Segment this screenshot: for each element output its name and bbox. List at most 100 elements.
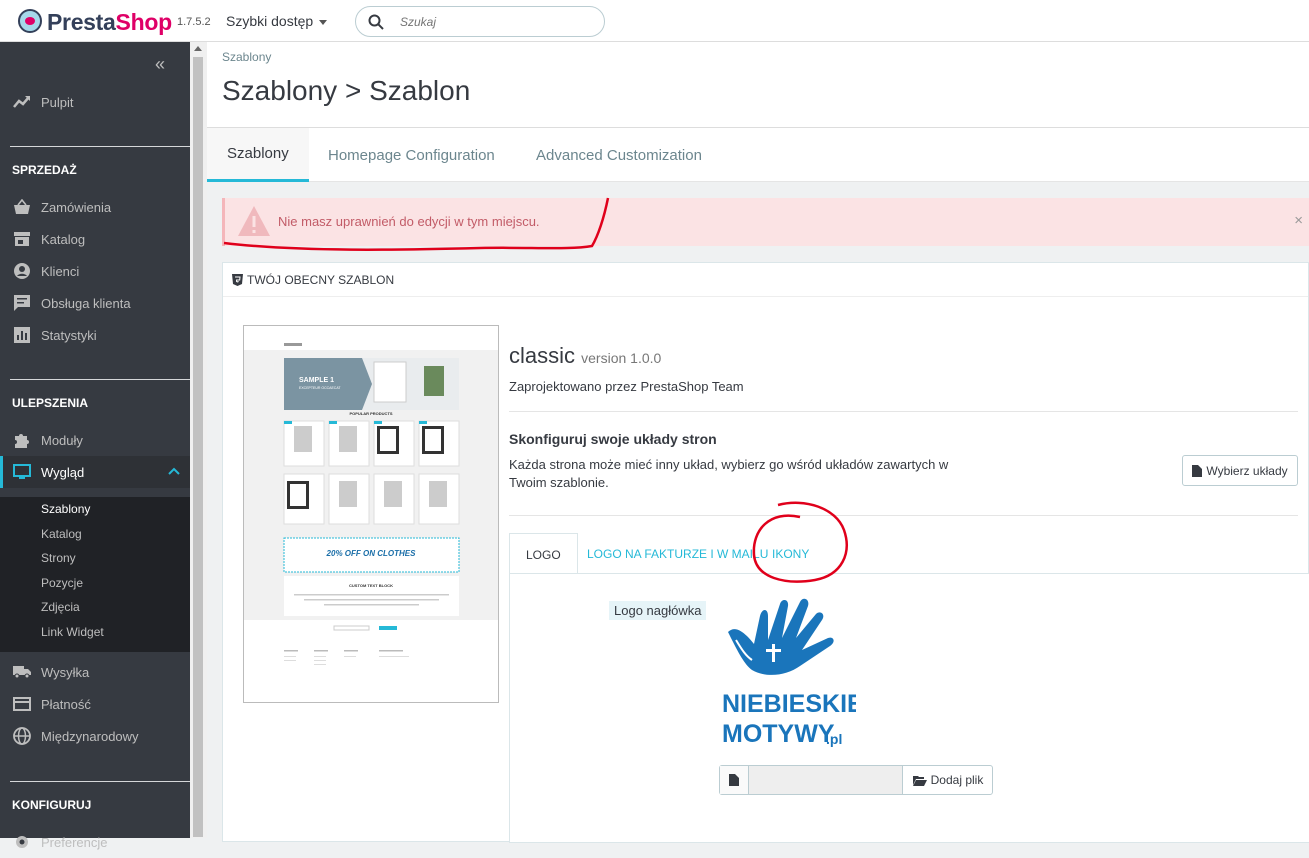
collapse-sidebar-icon[interactable]: « [155, 54, 165, 75]
sidebar-item-modules[interactable]: Moduły [0, 424, 190, 456]
sidebar-item-appearance[interactable]: Wygląd [0, 456, 190, 488]
divider [10, 379, 190, 380]
breadcrumb[interactable]: Szablony [222, 50, 271, 64]
tab-logo[interactable]: LOGO [509, 533, 578, 575]
tabs-bar: Szablony Homepage Configuration Advanced… [207, 127, 1309, 182]
sidebar-scrollbar[interactable] [190, 42, 207, 838]
store-icon [13, 230, 31, 248]
caret-down-icon [319, 19, 328, 25]
sidebar-item-customers[interactable]: Klienci [0, 255, 190, 287]
tab-invoice-logo[interactable]: LOGO NA FAKTURZE I W MAILU [587, 533, 768, 574]
sidebar-item-orders[interactable]: Zamówienia [0, 191, 190, 223]
file-icon [720, 766, 749, 794]
top-bar: PrestaShop 1.7.5.2 Szybki dostęp [0, 0, 1309, 42]
html5-icon [232, 273, 243, 286]
submenu-item-images[interactable]: Zdjęcia [0, 595, 190, 620]
choose-layouts-button[interactable]: Wybierz układy [1182, 455, 1298, 486]
chat-icon [13, 294, 31, 312]
truck-icon [13, 663, 31, 681]
theme-preview-image: SAMPLE 1 EXCEPTEUR OCCAECAT POPULAR PROD… [243, 325, 499, 703]
divider [10, 146, 190, 147]
sidebar-item-label: Klienci [41, 263, 80, 279]
credit-card-icon [13, 695, 31, 713]
choose-layouts-label: Wybierz układy [1206, 463, 1288, 478]
globe-icon [13, 727, 31, 745]
trend-icon [13, 93, 31, 111]
submenu-item-catalog[interactable]: Katalog [0, 522, 190, 547]
logo-tabs: LOGO LOGO NA FAKTURZE I W MAILU IKONY [509, 533, 1309, 575]
page-header: Szablony Szablony > Szablon [207, 42, 1309, 129]
configure-layouts-title: Skonfiguruj swoje układy stron [509, 431, 717, 447]
warning-icon [238, 206, 270, 236]
add-file-button[interactable]: Dodaj plik [902, 766, 993, 794]
sidebar-item-catalog[interactable]: Katalog [0, 223, 190, 255]
brand-accent: Shop [115, 9, 173, 35]
divider [509, 411, 1298, 412]
logo-text-line1: NIEBIESKIE [722, 690, 856, 718]
theme-author: Zaprojektowano przez PrestaShop Team [509, 379, 744, 394]
sidebar-item-customer-service[interactable]: Obsługa klienta [0, 287, 190, 319]
bar-chart-icon [13, 326, 31, 344]
section-title-sales: SPRZEDAŻ [12, 163, 77, 177]
scrollbar-thumb[interactable] [193, 57, 203, 837]
preview-custom-block: CUSTOM TEXT BLOCK [349, 583, 393, 588]
tab-homepage-configuration[interactable]: Homepage Configuration [328, 128, 495, 182]
app-logo[interactable]: PrestaShop [47, 9, 172, 36]
sidebar-item-label: Międzynarodowy [41, 728, 139, 744]
file-upload-input[interactable]: Dodaj plik [719, 765, 993, 795]
preview-banner: 20% OFF ON CLOTHES [326, 549, 417, 558]
panel-heading-text: TWÓJ OBECNY SZABLON [247, 272, 395, 287]
logo-text-suffix: .pl [826, 731, 842, 747]
folder-open-icon [912, 775, 927, 786]
sidebar-item-label: Moduły [41, 432, 83, 448]
search-box[interactable] [355, 6, 605, 37]
basket-icon [13, 198, 31, 216]
sidebar-item-shipping[interactable]: Wysyłka [0, 656, 190, 688]
quick-access-dropdown[interactable]: Szybki dostęp [226, 13, 328, 29]
logo-text-line2: MOTYWY [722, 720, 835, 748]
sidebar-item-dashboard[interactable]: Pulpit [0, 86, 190, 118]
panel-heading: TWÓJ OBECNY SZABLON [223, 263, 1308, 297]
sidebar-item-label: Katalog [41, 231, 86, 247]
section-title-configure: KONFIGURUJ [12, 798, 92, 812]
file-icon [1192, 464, 1203, 477]
sidebar-item-label: Preferencje [41, 834, 108, 850]
configure-layouts-desc: Każda strona może mieć inny układ, wybie… [509, 457, 949, 490]
tab-themes[interactable]: Szablony [207, 128, 309, 182]
gear-icon [13, 833, 31, 851]
sidebar-item-payment[interactable]: Płatność [0, 688, 190, 720]
search-input[interactable] [400, 13, 590, 31]
error-alert: Nie masz uprawnień do edycji w tym miejs… [222, 198, 1309, 246]
submenu-item-link-widget[interactable]: Link Widget [0, 620, 190, 645]
submenu-item-pages[interactable]: Strony [0, 546, 190, 571]
theme-screenshot-image: SAMPLE 1 EXCEPTEUR OCCAECAT POPULAR PROD… [244, 326, 498, 702]
sidebar-item-stats[interactable]: Statystyki [0, 319, 190, 351]
add-file-label: Dodaj plik [930, 773, 984, 787]
preview-slide-title: SAMPLE 1 [299, 377, 334, 384]
prestashop-logo-icon[interactable] [18, 9, 42, 33]
puzzle-icon [13, 431, 31, 449]
submenu-item-positions[interactable]: Pozycje [0, 571, 190, 596]
tab-advanced-customization[interactable]: Advanced Customization [536, 128, 702, 182]
submenu-item-themes[interactable]: Szablony [0, 497, 190, 522]
preview-popular: POPULAR PRODUCTS [349, 411, 392, 416]
sidebar-item-preferences[interactable]: Preferencje [0, 826, 190, 858]
monitor-icon [13, 463, 31, 481]
close-icon[interactable]: × [1294, 212, 1303, 229]
alert-message: Nie masz uprawnień do edycji w tym miejs… [278, 214, 540, 229]
sidebar-item-international[interactable]: Międzynarodowy [0, 720, 190, 752]
active-indicator [0, 456, 3, 488]
scroll-up-arrow-icon[interactable] [194, 46, 202, 51]
sidebar-item-label: Wysyłka [41, 664, 90, 680]
site-logo-image: NIEBIESKIE MOTYWY .pl [722, 598, 856, 748]
sidebar-item-label: Statystyki [41, 327, 97, 343]
user-circle-icon [13, 262, 31, 280]
chevron-up-icon [168, 464, 180, 479]
sidebar-item-label: Płatność [41, 696, 91, 712]
submenu-spacer [0, 644, 190, 652]
version-label: 1.7.5.2 [177, 16, 211, 28]
theme-name: classic version 1.0.0 [509, 343, 661, 369]
tab-icons[interactable]: IKONY [772, 533, 809, 574]
file-name-field[interactable] [749, 766, 902, 794]
sidebar-item-label: Zamówienia [41, 199, 112, 215]
